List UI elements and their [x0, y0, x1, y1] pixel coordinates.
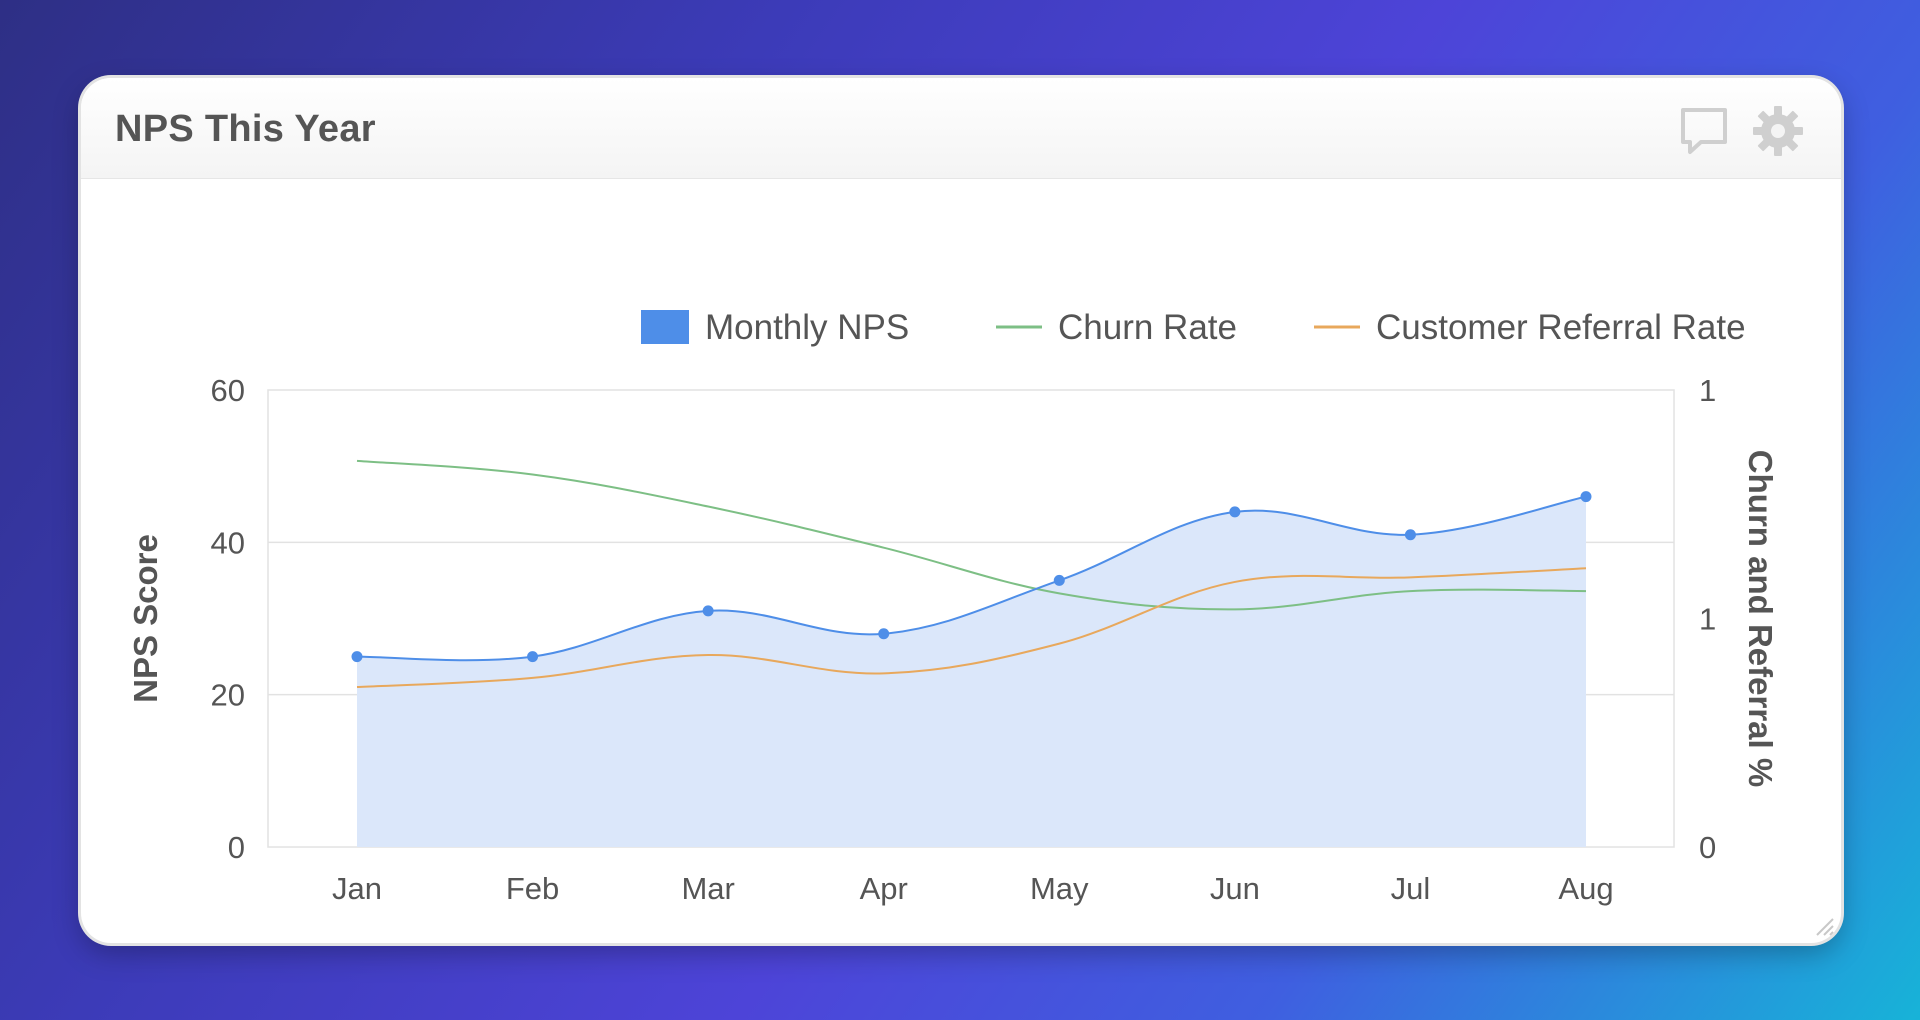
- chart-area: 0 20 40 60 0 1 1 Jan Feb Mar Apr May Jun Jul Aug NPS Sc…: [81, 179, 1841, 943]
- x-tick-label-jul: Jul: [1391, 871, 1431, 906]
- x-tick-label-mar: Mar: [681, 871, 734, 906]
- y-left-axis-title: NPS Score: [127, 534, 164, 703]
- resize-grip-icon[interactable]: [1813, 915, 1835, 937]
- y-left-tick-label: 20: [211, 678, 245, 713]
- y-left-tick-label: 60: [211, 373, 245, 408]
- legend-swatch-monthly-nps: [641, 310, 689, 344]
- legend-label-monthly-nps: Monthly NPS: [705, 308, 909, 347]
- x-tick-label-may: May: [1030, 871, 1089, 906]
- data-point-jul: [1404, 529, 1416, 541]
- x-tick-label-feb: Feb: [506, 871, 559, 906]
- y-left-tick-label: 40: [211, 525, 245, 560]
- y-right-tick-label: 1: [1699, 373, 1716, 408]
- widget-title: NPS This Year: [115, 108, 376, 150]
- y-right-tick-label: 0: [1699, 830, 1716, 865]
- chart-legend: Monthly NPS Churn Rate Customer Referral R…: [641, 308, 1746, 347]
- y-right-tick-label: 1: [1699, 602, 1716, 637]
- data-point-apr: [878, 628, 890, 640]
- data-point-mar: [702, 605, 714, 617]
- x-tick-label-jan: Jan: [332, 871, 382, 906]
- series-area-monthly-nps: [357, 496, 1586, 847]
- gear-icon[interactable]: [1751, 104, 1805, 158]
- data-point-jan: [351, 651, 363, 663]
- data-point-feb: [527, 651, 539, 663]
- widget-header: NPS This Year: [81, 78, 1841, 179]
- x-tick-label-apr: Apr: [860, 871, 908, 906]
- nps-chart: 0 20 40 60 0 1 1 Jan Feb Mar Apr May Jun Jul Aug NPS Sc…: [127, 308, 1779, 906]
- legend-label-churn-rate: Churn Rate: [1058, 308, 1237, 347]
- x-tick-label-jun: Jun: [1210, 871, 1260, 906]
- comment-icon[interactable]: [1677, 104, 1731, 158]
- data-point-jun: [1229, 506, 1241, 518]
- data-point-may: [1053, 574, 1065, 586]
- y-right-axis-title: Churn and Referral %: [1742, 450, 1779, 787]
- x-tick-label-aug: Aug: [1558, 871, 1613, 906]
- y-left-tick-label: 0: [228, 830, 245, 865]
- nps-widget: NPS This Year 0 20 40 60 0 1 1 Jan Feb Mar Apr May J…: [81, 78, 1841, 943]
- legend-label-customer-referral-rate: Customer Referral Rate: [1376, 308, 1746, 347]
- data-point-aug: [1580, 491, 1592, 503]
